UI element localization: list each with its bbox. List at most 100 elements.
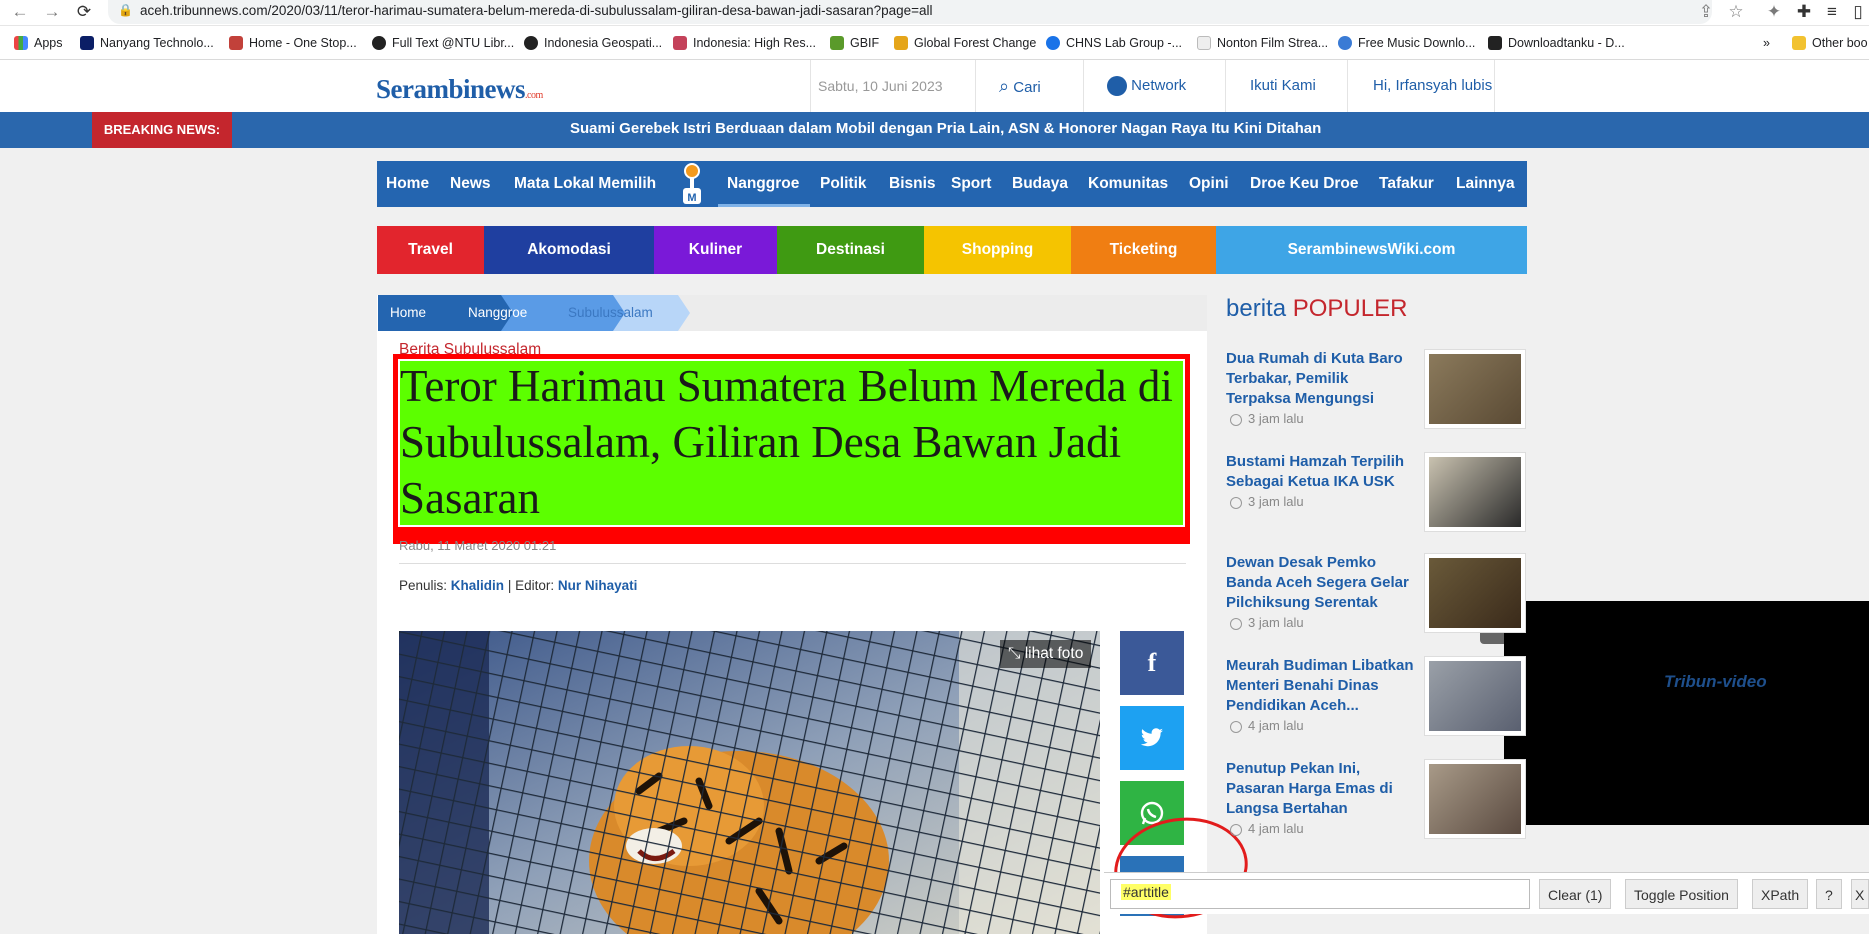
divider	[399, 563, 1186, 564]
nav-bisnis[interactable]: Bisnis	[889, 161, 936, 207]
extension-icon[interactable]: ✦	[1762, 1, 1786, 25]
popular-item-time: 3 jam lalu	[1248, 615, 1304, 630]
breadcrumb-nanggroe[interactable]: Nanggroe	[456, 295, 527, 331]
reading-list-icon[interactable]: ≡	[1820, 1, 1844, 25]
popular-item-title[interactable]: Penutup Pekan Ini, Pasaran Harga Emas di…	[1226, 759, 1414, 819]
popular-item-title[interactable]: Dua Rumah di Kuta Baro Terbakar, Pemilik…	[1226, 349, 1414, 409]
popular-item-title[interactable]: Dewan Desak Pemko Banda Aceh Segera Gela…	[1226, 553, 1414, 613]
popular-item-thumbnail[interactable]	[1424, 349, 1526, 429]
reload-icon[interactable]: ⟳	[72, 1, 96, 25]
nav-home[interactable]: Home	[386, 161, 429, 207]
share-page-icon[interactable]: ⇪	[1694, 1, 1718, 25]
popular-item-time: 3 jam lalu	[1248, 411, 1304, 426]
share-twitter-button[interactable]	[1120, 706, 1184, 770]
leaf-icon	[830, 36, 844, 50]
user-menu[interactable]: Hi, Irfansyah lubis	[1373, 60, 1492, 112]
nav-news[interactable]: News	[450, 161, 491, 207]
article-date: Rabu, 11 Maret 2020 01:21	[399, 538, 557, 553]
bookmark-item[interactable]: CHNS Lab Group -...	[1046, 33, 1182, 53]
channel-serambinewswiki-com[interactable]: SerambinewsWiki.com	[1216, 226, 1527, 274]
nav-budaya[interactable]: Budaya	[1012, 161, 1068, 207]
page-icon	[1197, 36, 1211, 50]
toggle-position-button[interactable]: Toggle Position	[1625, 879, 1738, 909]
nav-politik[interactable]: Politik	[820, 161, 867, 207]
popular-item-title[interactable]: Bustami Hamzah Terpilih Sebagai Ketua IK…	[1226, 452, 1414, 492]
bookmark-item[interactable]: Indonesia: High Res...	[673, 33, 816, 53]
bookmark-item[interactable]: Nanyang Technolo...	[80, 33, 214, 53]
popular-item-thumbnail[interactable]	[1424, 553, 1526, 633]
forward-icon[interactable]: →	[40, 1, 64, 25]
clock-icon	[1230, 497, 1242, 509]
clock-icon	[1230, 618, 1242, 630]
divider	[1347, 60, 1348, 112]
nav-droe-keu-droe[interactable]: Droe Keu Droe	[1250, 161, 1359, 207]
channel-shopping[interactable]: Shopping	[924, 226, 1071, 274]
bookmark-item[interactable]: Home - One Stop...	[229, 33, 357, 53]
bookmark-item[interactable]: Full Text @NTU Libr...	[372, 33, 514, 53]
breaking-news-label: BREAKING NEWS:	[92, 112, 232, 148]
thumbnail-image	[1429, 457, 1521, 527]
network-button[interactable]: Network	[1107, 60, 1186, 112]
nav-opini[interactable]: Opini	[1189, 161, 1229, 207]
more-bookmarks-icon[interactable]: »	[1763, 33, 1770, 53]
globe-icon	[524, 36, 538, 50]
thumbnail-image	[1429, 764, 1521, 834]
clear-button[interactable]: Clear (1)	[1539, 879, 1612, 909]
back-icon[interactable]: ←	[8, 1, 32, 25]
header-date: Sabtu, 10 Juni 2023	[818, 78, 943, 94]
channel-travel[interactable]: Travel	[377, 226, 484, 274]
nav-mata-lokal-memilih[interactable]: Mata Lokal Memilih	[514, 161, 656, 207]
address-bar[interactable]: 🔒 aceh.tribunnews.com/2020/03/11/teror-h…	[108, 0, 1712, 24]
bookmark-star-icon[interactable]: ☆	[1724, 1, 1748, 25]
bookmark-item[interactable]: Downloadtanku - D...	[1488, 33, 1625, 53]
other-bookmarks[interactable]: Other boo	[1792, 33, 1868, 53]
search-icon: ⌕	[999, 76, 1010, 96]
bookmark-item[interactable]: GBIF	[830, 33, 879, 53]
breadcrumb-subulussalam[interactable]: Subulussalam	[556, 295, 653, 331]
popular-item-thumbnail[interactable]	[1424, 656, 1526, 736]
breadcrumb-home[interactable]: Home	[378, 295, 426, 331]
bookmark-item[interactable]: Free Music Downlo...	[1338, 33, 1475, 53]
bookmark-item[interactable]: Nonton Film Strea...	[1197, 33, 1328, 53]
article-photo[interactable]	[399, 631, 1100, 934]
channel-akomodasi[interactable]: Akomodasi	[484, 226, 654, 274]
thumbnail-image	[1429, 661, 1521, 731]
channel-kuliner[interactable]: Kuliner	[654, 226, 777, 274]
editor-link[interactable]: Nur Nihayati	[558, 578, 638, 593]
channel-ticketing[interactable]: Ticketing	[1071, 226, 1216, 274]
channel-destinasi[interactable]: Destinasi	[777, 226, 924, 274]
svg-text:M: M	[687, 192, 696, 204]
breaking-news-headline[interactable]: Suami Gerebek Istri Berduaan dalam Mobil…	[570, 120, 1321, 137]
xpath-button[interactable]: XPath	[1752, 879, 1809, 909]
bookmark-item[interactable]: Indonesia Geospati...	[524, 33, 662, 53]
popular-item-thumbnail[interactable]	[1424, 759, 1526, 839]
floating-video-player[interactable]	[1504, 601, 1869, 825]
clock-icon	[1230, 824, 1242, 836]
nav-sport[interactable]: Sport	[951, 161, 991, 207]
bookmark-apps[interactable]: Apps	[14, 33, 63, 53]
popular-item-time: 3 jam lalu	[1248, 494, 1304, 509]
follow-button[interactable]: Ikuti Kami	[1250, 60, 1316, 112]
puzzle-icon[interactable]: ✚	[1792, 1, 1816, 25]
bookmarks-bar: Apps Nanyang Technolo... Home - One Stop…	[0, 26, 1869, 60]
selector-input[interactable]	[1110, 879, 1530, 909]
ntu-icon	[80, 36, 94, 50]
bookmark-item[interactable]: Global Forest Change	[894, 33, 1036, 53]
help-button[interactable]: ?	[1816, 879, 1842, 909]
side-panel-icon[interactable]: ▯	[1846, 1, 1869, 25]
tribun-network-icon	[1107, 76, 1127, 97]
divider	[1494, 60, 1495, 112]
site-icon	[1488, 36, 1502, 50]
popular-item-thumbnail[interactable]	[1424, 452, 1526, 532]
nav-nanggroe[interactable]: Nanggroe	[727, 161, 799, 207]
site-logo[interactable]: Serambinews.com	[376, 74, 543, 105]
nav-tafakur[interactable]: Tafakur	[1379, 161, 1434, 207]
nav-lainnya[interactable]: Lainnya	[1456, 161, 1515, 207]
nav-komunitas[interactable]: Komunitas	[1088, 161, 1168, 207]
share-facebook-button[interactable]: f	[1120, 631, 1184, 695]
search-button[interactable]: ⌕ Cari	[999, 60, 1041, 112]
close-button[interactable]: X	[1851, 879, 1869, 909]
author-link[interactable]: Khalidin	[451, 578, 504, 593]
view-photo-button[interactable]: ⤡ lihat foto	[1000, 640, 1092, 668]
popular-item-title[interactable]: Meurah Budiman Libatkan Menteri Benahi D…	[1226, 656, 1414, 716]
